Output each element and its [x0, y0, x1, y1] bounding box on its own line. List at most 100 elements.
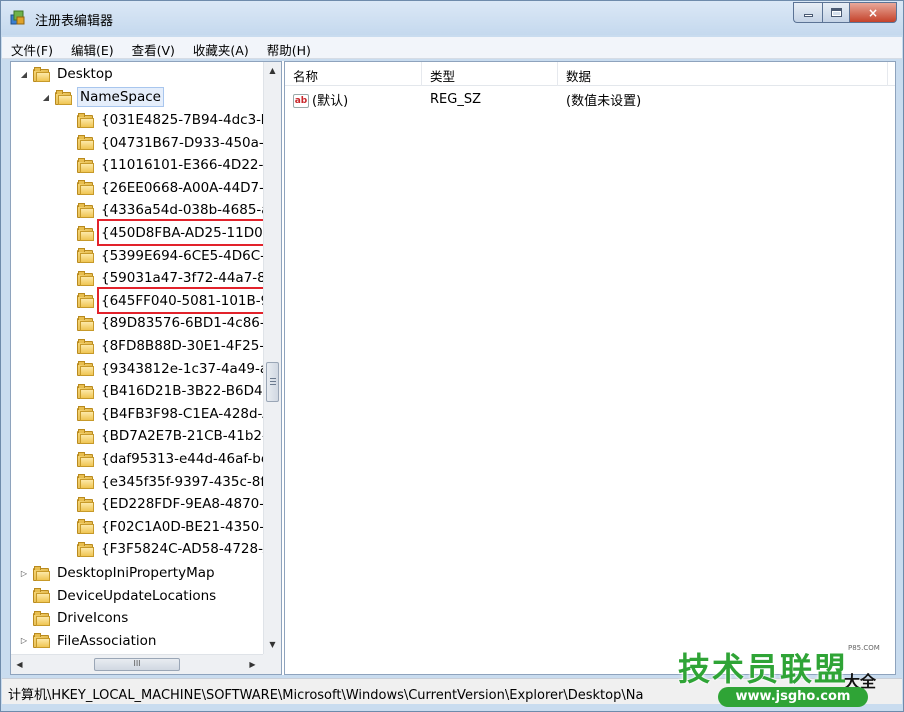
folder-icon — [77, 451, 95, 467]
menu-file[interactable]: 文件(F) — [2, 37, 62, 58]
tree-node-clsid[interactable]: {11016101-E366-4D22-B — [77, 154, 263, 176]
tree-vertical-scrollbar[interactable]: ▲ ▼ — [263, 62, 281, 654]
tree-node-sibling[interactable]: DriveIcons — [19, 607, 130, 629]
tree-node-clsid[interactable]: {e345f35f-9397-435c-8f — [77, 471, 263, 493]
scroll-left-icon[interactable]: ◀ — [11, 655, 28, 674]
column-type[interactable]: 类型 — [422, 62, 558, 86]
tree-node-label: {11016101-E366-4D22-B — [101, 157, 263, 174]
folder-icon — [77, 180, 95, 196]
tree-node-label: {59031a47-3f72-44a7-89 — [101, 270, 263, 287]
tree-node-clsid[interactable]: {26EE0668-A00A-44D7-9 — [77, 177, 263, 199]
horizontal-scroll-thumb[interactable]: III — [94, 658, 180, 671]
value-data: (数值未设置) — [566, 93, 642, 109]
tree-node-label: {645FF040-5081-101B-9F — [101, 292, 263, 309]
close-button[interactable]: × — [849, 2, 897, 23]
tree-node-desktop[interactable]: ◢ Desktop — [19, 63, 115, 85]
menu-edit[interactable]: 编辑(E) — [62, 37, 123, 58]
values-list-pane[interactable]: 名称 类型 数据 ab (默认) REG_SZ (数值未设置) — [284, 61, 896, 675]
value-row-default[interactable]: ab (默认) REG_SZ (数值未设置) — [285, 88, 895, 110]
tree-node-label: {daf95313-e44d-46af-be — [101, 451, 263, 467]
tree-node-label: {8FD8B88D-30E1-4F25-A — [101, 338, 263, 354]
tree-node-clsid[interactable]: {9343812e-1c37-4a49-a — [77, 358, 263, 380]
menu-bar: 文件(F) 编辑(E) 查看(V) 收藏夹(A) 帮助(H) — [2, 37, 902, 59]
column-data[interactable]: 数据 — [558, 62, 888, 86]
value-name-cell: ab (默认) — [285, 90, 422, 109]
folder-icon — [77, 361, 95, 377]
tree-node-clsid[interactable]: {89D83576-6BD1-4c86-9 — [77, 312, 263, 334]
tree-node-clsid[interactable]: {450D8FBA-AD25-11D0- — [77, 222, 263, 244]
folder-icon — [77, 496, 95, 512]
tree-node-clsid[interactable]: {04731B67-D933-450a-9 — [77, 132, 263, 154]
tree-node-label: DesktopIniPropertyMap — [57, 565, 215, 581]
folder-icon — [77, 519, 95, 535]
folder-icon — [77, 112, 95, 128]
close-icon: × — [867, 5, 879, 20]
menu-favorites[interactable]: 收藏夹(A) — [184, 37, 258, 58]
tree-horizontal-scrollbar[interactable]: ◀ III ▶ — [11, 654, 263, 674]
expand-arrow-icon[interactable]: ▷ — [19, 569, 29, 578]
tree-node-label: {26EE0668-A00A-44D7-9 — [101, 179, 263, 196]
tree-node-clsid[interactable]: {daf95313-e44d-46af-be — [77, 448, 263, 470]
tree-node-clsid[interactable]: {59031a47-3f72-44a7-89 — [77, 267, 263, 289]
tree-node-label: {450D8FBA-AD25-11D0- — [101, 225, 263, 241]
folder-open-icon — [55, 89, 73, 105]
menu-view[interactable]: 查看(V) — [123, 37, 184, 58]
minimize-button[interactable] — [793, 2, 822, 23]
tree-node-label: {e345f35f-9397-435c-8f — [101, 473, 263, 490]
tree-node-clsid[interactable]: {4336a54d-038b-4685-a — [77, 199, 263, 221]
tree-node-clsid[interactable]: {5399E694-6CE5-4D6C-8 — [77, 245, 263, 267]
scroll-down-icon[interactable]: ▼ — [264, 636, 281, 653]
collapse-arrow-icon[interactable]: ◢ — [19, 70, 29, 79]
editor-client-area: ◢ Desktop ◢ NameSpace {031E4825-7B94-4dc… — [10, 61, 896, 675]
folder-icon — [33, 565, 51, 581]
window-controls: × — [793, 2, 897, 23]
expand-arrow-icon[interactable]: ▷ — [19, 636, 29, 645]
collapse-arrow-icon[interactable]: ◢ — [41, 93, 51, 102]
status-bar: 计算机\HKEY_LOCAL_MACHINE\SOFTWARE\Microsof… — [2, 678, 902, 704]
tree-node-clsid[interactable]: {B416D21B-3B22-B6D4- — [77, 380, 263, 402]
scrollbar-corner — [263, 654, 281, 674]
tree-node-label: {04731B67-D933-450a-9 — [101, 134, 263, 151]
folder-icon — [33, 633, 51, 649]
tree-node-clsid[interactable]: {8FD8B88D-30E1-4F25-A — [77, 335, 263, 357]
minimize-icon — [803, 14, 813, 17]
tree-node-label: FileAssociation — [57, 632, 157, 649]
folder-icon — [77, 383, 95, 399]
tree-node-sibling[interactable]: ▷ FileAssociation — [19, 630, 158, 652]
folder-icon — [77, 248, 95, 264]
tree-node-clsid[interactable]: {B4FB3F98-C1EA-428d-A — [77, 403, 263, 425]
tree-node-clsid[interactable]: {645FF040-5081-101B-9F — [77, 290, 263, 312]
folder-icon — [77, 338, 95, 354]
tree-node-label-selected: NameSpace — [77, 87, 164, 107]
folder-icon — [77, 428, 95, 444]
scroll-up-icon[interactable]: ▲ — [264, 62, 281, 79]
folder-icon — [77, 293, 95, 309]
list-header: 名称 类型 数据 — [285, 62, 895, 86]
maximize-button[interactable] — [822, 2, 849, 23]
tree-node-label: {B416D21B-3B22-B6D4- — [101, 383, 263, 400]
tree-node-clsid[interactable]: {ED228FDF-9EA8-4870-8 — [77, 493, 263, 515]
tree-node-clsid[interactable]: {031E4825-7B94-4dc3-B — [77, 109, 263, 131]
folder-icon — [77, 202, 95, 218]
menu-help[interactable]: 帮助(H) — [258, 37, 320, 58]
tree-node-clsid[interactable]: {F3F5824C-AD58-4728-A — [77, 538, 263, 560]
tree-node-sibling[interactable]: DeviceUpdateLocations — [19, 585, 218, 607]
tree-node-label: {4336a54d-038b-4685-a — [101, 202, 263, 219]
scroll-right-icon[interactable]: ▶ — [244, 655, 261, 674]
value-type: REG_SZ — [430, 91, 481, 107]
title-bar[interactable]: 注册表编辑器 × — [1, 1, 903, 35]
tree-node-namespace[interactable]: ◢ NameSpace — [41, 86, 164, 108]
registry-tree-pane[interactable]: ◢ Desktop ◢ NameSpace {031E4825-7B94-4dc… — [10, 61, 282, 675]
folder-icon — [33, 610, 51, 626]
tree-node-clsid[interactable]: {BD7A2E7B-21CB-41b2- — [77, 425, 263, 447]
tree-node-label: {031E4825-7B94-4dc3-B — [101, 112, 263, 128]
folder-icon — [77, 225, 95, 241]
folder-icon — [77, 541, 95, 557]
tree-node-clsid[interactable]: {F02C1A0D-BE21-4350-8 — [77, 516, 263, 538]
tree-node-sibling[interactable]: ▷ DesktopIniPropertyMap — [19, 562, 217, 584]
column-name[interactable]: 名称 — [285, 62, 422, 86]
folder-icon — [77, 135, 95, 151]
tree-view: ◢ Desktop ◢ NameSpace {031E4825-7B94-4dc… — [11, 62, 263, 654]
folder-icon — [77, 157, 95, 173]
vertical-scroll-thumb[interactable] — [266, 362, 279, 402]
